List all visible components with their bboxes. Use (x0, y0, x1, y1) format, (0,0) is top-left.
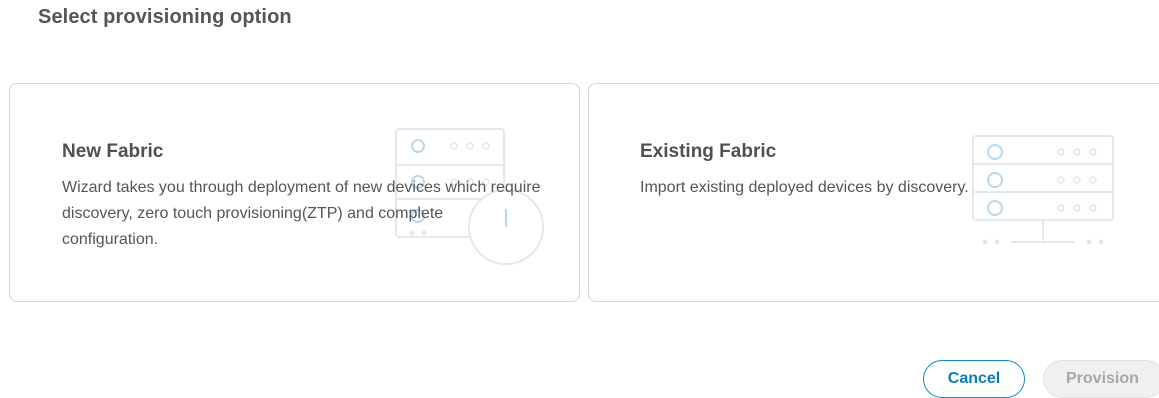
page-title: Select provisioning option (38, 6, 292, 28)
option-description: Import existing deployed devices by disc… (640, 179, 969, 196)
cancel-button[interactable]: Cancel (923, 360, 1025, 398)
option-card-existing-fabric[interactable]: Existing Fabric Import existing deployed… (588, 83, 1159, 302)
option-title: New Fabric (62, 141, 164, 162)
option-card-new-fabric[interactable]: New Fabric Wizard takes you through depl… (9, 83, 580, 302)
option-title: Existing Fabric (640, 141, 777, 162)
option-description: Wizard takes you through deployment of n… (62, 179, 541, 248)
provision-button[interactable]: Provision (1043, 360, 1159, 398)
provisioning-dialog: Select provisioning option New Fabric Wi… (0, 0, 1159, 398)
